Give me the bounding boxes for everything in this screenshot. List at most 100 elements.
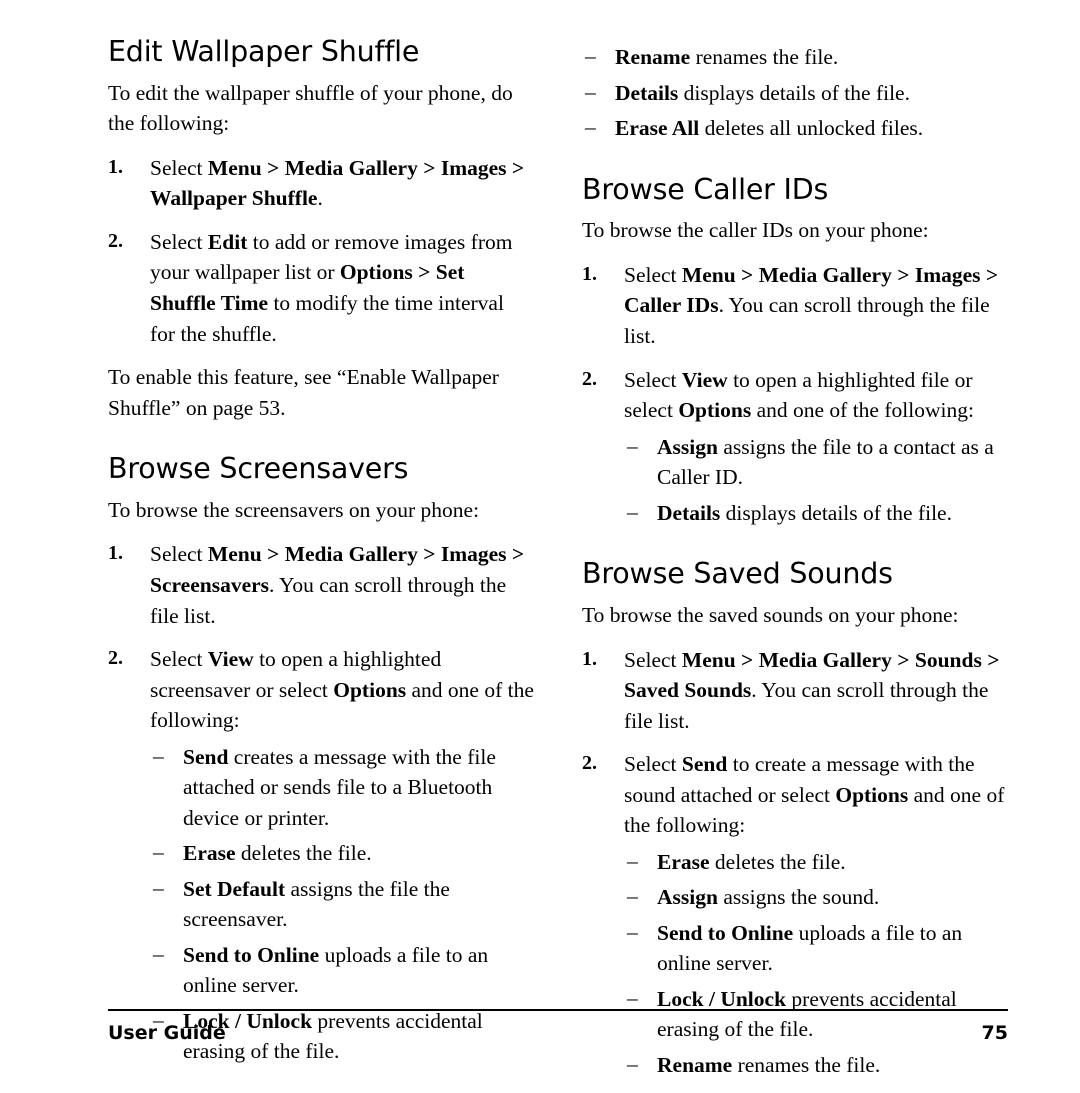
list-item: – Rename renames the file.: [624, 1050, 1008, 1081]
numbered-step: 1. Select Menu > Media Gallery > Sounds >…: [582, 645, 1008, 737]
list-item: – Erase deletes the file.: [624, 847, 1008, 878]
emphasis-text: >: [506, 542, 525, 567]
intro-browse-caller-ids: To browse the caller IDs on your phone:: [582, 218, 929, 243]
body-text: renames the file.: [732, 1052, 881, 1077]
left-column: Edit Wallpaper Shuffle To edit the wallp…: [108, 36, 534, 1093]
dash-bullet-icon: –: [153, 875, 164, 900]
step-number: 1.: [108, 155, 123, 178]
steps-browse-saved-sounds: 1. Select Menu > Media Gallery > Sounds >…: [582, 645, 1008, 1081]
body-text: displays details of the file.: [720, 500, 952, 525]
emphasis-text: Media Gallery: [758, 262, 892, 287]
emphasis-text: View: [681, 367, 728, 392]
emphasis-text: >: [261, 542, 285, 567]
steps-browse-caller-ids: 1. Select Menu > Media Gallery > Images >…: [582, 260, 1008, 528]
dash-bullet-icon: –: [153, 941, 164, 966]
list-item: – Set Default assigns the file the screen…: [150, 874, 534, 935]
steps-browse-screensavers: 1. Select Menu > Media Gallery > Images >…: [108, 539, 534, 1066]
step-number: 1.: [582, 647, 597, 670]
list-item: – Rename renames the file.: [582, 42, 1008, 73]
emphasis-text: Screensavers: [150, 573, 270, 597]
emphasis-text: Rename: [615, 45, 691, 69]
numbered-step: 1. Select Menu > Media Gallery > Images >…: [108, 153, 534, 214]
emphasis-text: Details: [657, 500, 721, 525]
dash-bullet-icon: –: [627, 433, 638, 458]
step-number: 1.: [582, 262, 597, 285]
body-text: Select: [624, 647, 682, 672]
emphasis-text: >: [981, 647, 1000, 672]
footer-label: User Guide: [108, 1022, 226, 1044]
footer-page-number: 75: [981, 1022, 1008, 1044]
body-text: assigns the sound.: [717, 885, 880, 910]
list-item: – Details displays details of the file.: [582, 78, 1008, 109]
options-list: – Rename renames the file. – Details displa…: [582, 42, 1008, 144]
body-text: and one of the following:: [751, 398, 974, 423]
body-text: deletes the file.: [235, 841, 372, 866]
emphasis-text: Menu: [207, 542, 262, 567]
emphasis-text: >: [506, 155, 525, 180]
numbered-step: 1. Select Menu > Media Gallery > Images >…: [582, 260, 1008, 352]
emphasis-text: Lock / Unlock: [657, 986, 787, 1011]
emphasis-text: Wallpaper Shuffle: [150, 186, 318, 211]
dash-bullet-icon: –: [585, 115, 596, 140]
section-heading-browse-saved-sounds: Browse Saved Sounds: [582, 557, 893, 591]
body-text: creates a message with the file attached…: [183, 744, 496, 830]
note-enable-wallpaper-shuffle: To enable this feature, see “Enable Wall…: [108, 365, 499, 420]
list-item: – Send creates a message with the file at…: [150, 742, 534, 834]
emphasis-text: Send to Online: [657, 920, 794, 945]
emphasis-text: >: [412, 260, 436, 285]
footer-divider: [108, 1009, 1008, 1011]
dash-bullet-icon: –: [627, 919, 638, 944]
emphasis-text: Assign: [657, 885, 718, 910]
numbered-step: 2. Select View to open a highlighted file…: [582, 365, 1008, 529]
emphasis-text: Images: [440, 155, 507, 180]
emphasis-text: Media Gallery: [284, 542, 418, 567]
body-text: .: [317, 186, 323, 211]
dash-bullet-icon: –: [627, 1051, 638, 1076]
intro-browse-saved-sounds: To browse the saved sounds on your phone…: [582, 603, 959, 627]
body-text: deletes all unlocked files.: [699, 116, 924, 141]
emphasis-text: Media Gallery: [758, 647, 892, 672]
emphasis-text: Erase All: [615, 116, 700, 141]
emphasis-text: Rename: [657, 1052, 733, 1077]
emphasis-text: Edit: [207, 229, 248, 254]
body-text: Select: [624, 262, 682, 287]
emphasis-text: >: [417, 155, 441, 180]
numbered-step: 2. Select View to open a highlighted scre…: [108, 644, 534, 1067]
list-item: – Assign assigns the file to a contact as…: [624, 432, 1008, 493]
emphasis-text: Images: [440, 542, 507, 567]
emphasis-text: >: [891, 647, 915, 672]
emphasis-text: >: [735, 647, 759, 672]
right-column: – Rename renames the file. – Details displa…: [582, 36, 1008, 1093]
step-number: 2.: [108, 229, 123, 252]
dash-bullet-icon: –: [153, 743, 164, 768]
section-heading-browse-screensavers: Browse Screensavers: [108, 452, 409, 486]
body-text: Select: [624, 367, 682, 392]
emphasis-text: Images: [914, 262, 981, 287]
dash-bullet-icon: –: [585, 79, 596, 104]
emphasis-text: Set Default: [183, 876, 286, 901]
emphasis-text: Send: [183, 744, 229, 769]
two-column-body: Edit Wallpaper Shuffle To edit the wallp…: [108, 36, 1008, 1093]
emphasis-text: Options: [339, 260, 413, 285]
dash-bullet-icon: –: [585, 44, 596, 68]
body-text: Select: [150, 155, 208, 180]
emphasis-text: Send to Online: [183, 942, 320, 967]
body-text: displays details of the file.: [678, 80, 910, 105]
emphasis-text: Options: [333, 677, 407, 702]
dash-bullet-icon: –: [153, 840, 164, 865]
body-text: Select: [150, 647, 208, 672]
list-item: – Send to Online uploads a file to an onl…: [150, 940, 534, 1001]
body-text: Select: [150, 229, 208, 254]
body-text: Select: [150, 542, 208, 567]
dash-bullet-icon: –: [627, 884, 638, 909]
emphasis-text: >: [735, 262, 759, 287]
emphasis-text: Send: [681, 752, 728, 777]
emphasis-text: Erase: [657, 849, 710, 874]
emphasis-text: >: [980, 262, 999, 287]
options-list: – Erase deletes the file. – Assign assigns …: [624, 847, 1008, 1081]
options-list: – Assign assigns the file to a contact as…: [624, 432, 1008, 529]
emphasis-text: Menu: [207, 155, 262, 180]
section-heading-browse-caller-ids: Browse Caller IDs: [582, 172, 829, 206]
numbered-step: 2. Select Edit to add or remove images fr…: [108, 227, 534, 349]
step-number: 2.: [582, 752, 597, 775]
